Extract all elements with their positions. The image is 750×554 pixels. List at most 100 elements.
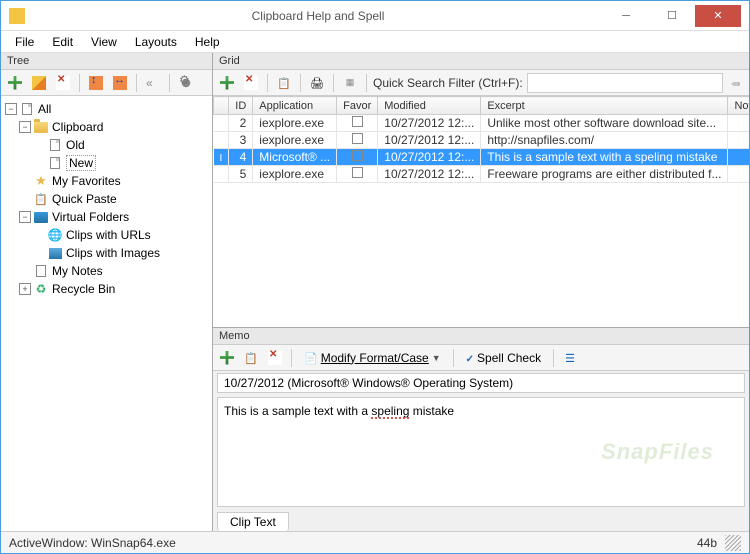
tree-node-vfolders[interactable]: − Virtual Folders xyxy=(1,208,212,226)
tree-node-clips-images[interactable]: Clips with Images xyxy=(1,244,212,262)
tree-label: Quick Paste xyxy=(52,192,117,206)
grid-table: ID Application Favor Modified Excerpt No… xyxy=(213,96,749,183)
separator xyxy=(300,74,301,92)
memo-lines-button[interactable] xyxy=(560,348,580,368)
status-left: ActiveWindow: WinSnap64.exe xyxy=(9,536,176,550)
tree-node-old[interactable]: Old xyxy=(1,136,212,154)
cell-favor[interactable] xyxy=(337,115,378,132)
tree-node-quickpaste[interactable]: 📋 Quick Paste xyxy=(1,190,212,208)
grid-copy-button[interactable] xyxy=(274,73,294,93)
minimize-button[interactable]: ─ xyxy=(603,5,649,27)
memo-add-button[interactable] xyxy=(217,348,237,368)
cell-excerpt: This is a sample text with a speling mis… xyxy=(481,149,728,166)
col-notes[interactable]: Notes xyxy=(728,97,749,115)
spell-check-button[interactable]: Spell Check xyxy=(460,349,547,367)
col-favor[interactable]: Favor xyxy=(337,97,378,115)
cell-favor[interactable] xyxy=(337,149,378,166)
tree-edit-button[interactable] xyxy=(29,73,49,93)
statusbar: ActiveWindow: WinSnap64.exe 44b xyxy=(1,531,749,553)
grid-body[interactable]: ID Application Favor Modified Excerpt No… xyxy=(213,96,749,327)
checkbox-icon xyxy=(352,133,363,144)
spellcheck-icon xyxy=(466,351,474,365)
table-row[interactable]: I4Microsoft® ...10/27/2012 12:...This is… xyxy=(214,149,750,166)
tree-toolbar xyxy=(1,70,212,96)
page-icon xyxy=(19,102,35,116)
separator xyxy=(169,74,170,92)
menu-file[interactable]: File xyxy=(7,33,42,51)
modify-format-button[interactable]: Modify Format/Case ▼ xyxy=(298,349,447,367)
grid-header: Grid xyxy=(213,53,749,70)
tree-reorder1-button[interactable] xyxy=(86,73,106,93)
grid-delete-button[interactable] xyxy=(241,73,261,93)
titlebar: Clipboard Help and Spell ─ ☐ ✕ xyxy=(1,1,749,31)
close-button[interactable]: ✕ xyxy=(695,5,741,27)
tree-settings-button[interactable] xyxy=(176,73,196,93)
separator xyxy=(79,74,80,92)
right-area: Grid ▦ Quick Search Filter (Ctrl+F): xyxy=(213,53,749,531)
cell-modified: 10/27/2012 12:... xyxy=(378,132,481,149)
tree-body[interactable]: − All − Clipboard Old New xyxy=(1,96,212,531)
grid-extra-button[interactable]: ▦ xyxy=(340,73,360,93)
menu-layouts[interactable]: Layouts xyxy=(127,33,185,51)
grid-print-button[interactable] xyxy=(307,73,327,93)
tree-toggle[interactable]: + xyxy=(19,283,31,295)
tab-clip-text[interactable]: Clip Text xyxy=(217,512,289,531)
globe-icon: 🌐 xyxy=(47,228,63,242)
col-application[interactable]: Application xyxy=(253,97,337,115)
tree-toggle[interactable]: − xyxy=(5,103,17,115)
cell-modified: 10/27/2012 12:... xyxy=(378,149,481,166)
memo-delete-button[interactable] xyxy=(265,348,285,368)
col-excerpt[interactable]: Excerpt xyxy=(481,97,728,115)
grid-add-button[interactable] xyxy=(217,73,237,93)
memo-info-field[interactable]: 10/27/2012 (Microsoft® Windows® Operatin… xyxy=(217,373,745,393)
memo-paste-button[interactable] xyxy=(241,348,261,368)
tree-node-all[interactable]: − All xyxy=(1,100,212,118)
resize-grip[interactable] xyxy=(725,535,741,551)
folder-icon xyxy=(33,120,49,134)
modify-label: Modify Format/Case xyxy=(321,351,429,365)
cell-favor[interactable] xyxy=(337,166,378,183)
menu-view[interactable]: View xyxy=(83,33,125,51)
menu-edit[interactable]: Edit xyxy=(44,33,81,51)
chevron-down-icon: ▼ xyxy=(432,353,441,363)
cell-favor[interactable] xyxy=(337,132,378,149)
tree-delete-button[interactable] xyxy=(53,73,73,93)
reorder-icon xyxy=(89,76,103,90)
search-input[interactable] xyxy=(527,73,723,93)
gear-icon xyxy=(179,76,193,90)
tree-node-notes[interactable]: My Notes xyxy=(1,262,212,280)
col-marker[interactable] xyxy=(214,97,229,115)
tree-label: My Notes xyxy=(52,264,103,278)
recycle-icon: ♻ xyxy=(33,282,49,296)
search-clear-button[interactable] xyxy=(727,74,745,92)
table-row[interactable]: 5iexplore.exe10/27/2012 12:...Freeware p… xyxy=(214,166,750,183)
tree-node-favorites[interactable]: ★ My Favorites xyxy=(1,172,212,190)
plus-icon xyxy=(220,351,234,365)
table-row[interactable]: 3iexplore.exe10/27/2012 12:...http://sna… xyxy=(214,132,750,149)
tree-add-button[interactable] xyxy=(5,73,25,93)
tree-node-recycle[interactable]: + ♻ Recycle Bin xyxy=(1,280,212,298)
grid-toolbar: ▦ Quick Search Filter (Ctrl+F): xyxy=(213,70,749,96)
checkbox-icon xyxy=(352,167,363,178)
tree-toggle[interactable]: − xyxy=(19,211,31,223)
tree-collapse-button[interactable] xyxy=(143,73,163,93)
maximize-button[interactable]: ☐ xyxy=(649,5,695,27)
tree-node-new[interactable]: New xyxy=(1,154,212,172)
memo-text-area[interactable]: This is a sample text with a speling mis… xyxy=(217,397,745,507)
memo-text-before: This is a sample text with a xyxy=(224,404,371,418)
tree-reorder2-button[interactable] xyxy=(110,73,130,93)
separator xyxy=(267,74,268,92)
tree-node-clips-urls[interactable]: 🌐 Clips with URLs xyxy=(1,226,212,244)
col-id[interactable]: ID xyxy=(229,97,253,115)
col-modified[interactable]: Modified xyxy=(378,97,481,115)
separator xyxy=(366,74,367,92)
cell-id: 5 xyxy=(229,166,253,183)
tree-label: Recycle Bin xyxy=(52,282,115,296)
menu-help[interactable]: Help xyxy=(187,33,228,51)
separator xyxy=(333,74,334,92)
table-row[interactable]: 2iexplore.exe10/27/2012 12:...Unlike mos… xyxy=(214,115,750,132)
grid-icon: ▦ xyxy=(346,77,355,88)
tree-toggle[interactable]: − xyxy=(19,121,31,133)
cell-excerpt: Unlike most other software download site… xyxy=(481,115,728,132)
tree-node-clipboard[interactable]: − Clipboard xyxy=(1,118,212,136)
